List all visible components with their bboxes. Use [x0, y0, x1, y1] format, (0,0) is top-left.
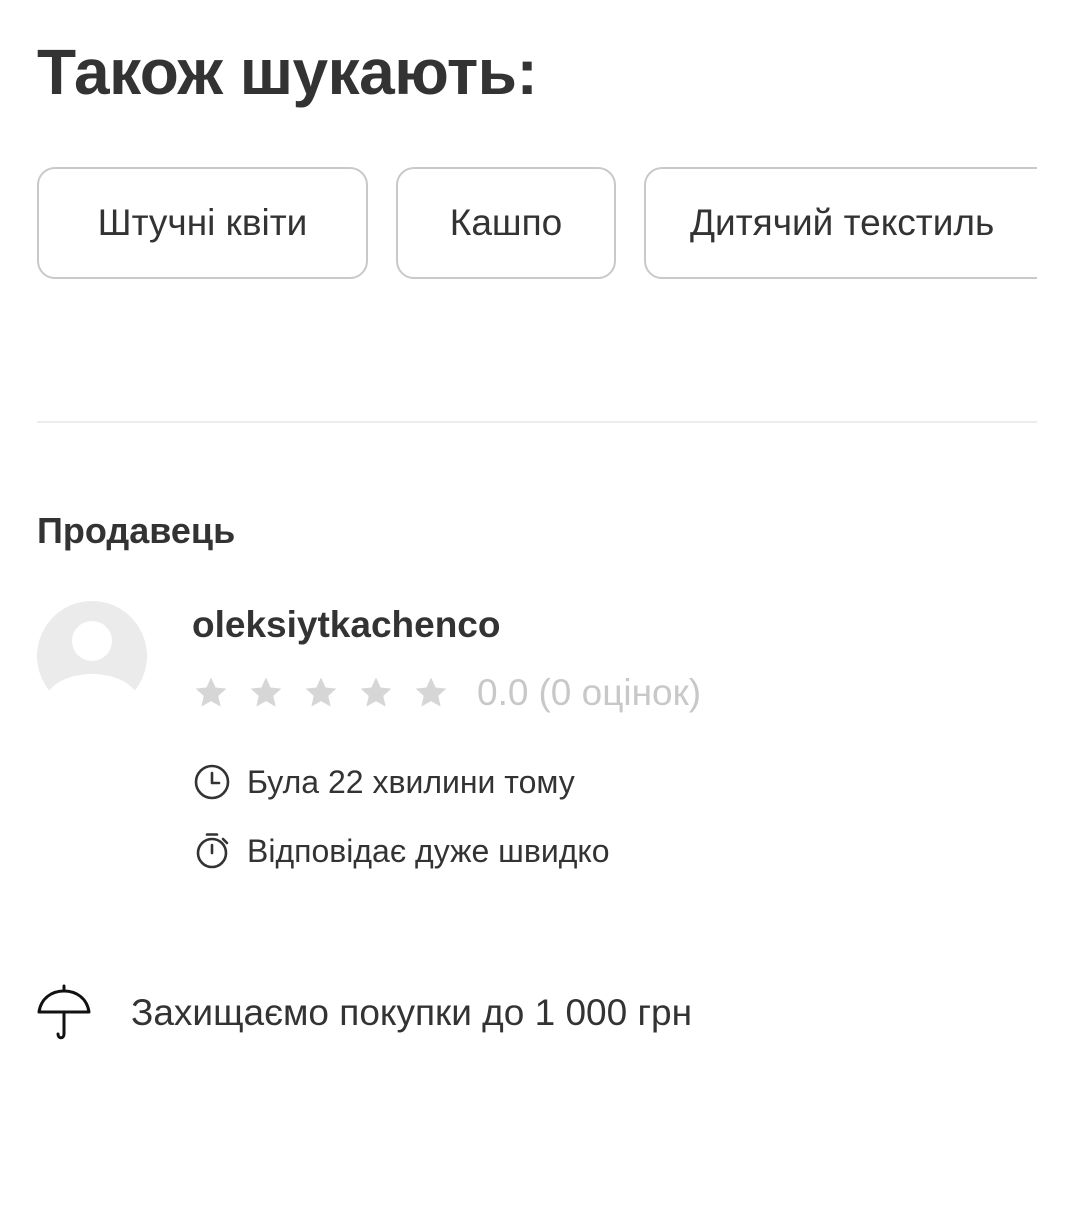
star-icon	[415, 677, 447, 707]
rating-count: (0 оцінок)	[538, 672, 702, 713]
buyer-protection-text: Захищаємо покупки до 1 000 грн	[131, 992, 692, 1033]
chip-kids-textile[interactable]: Дитячий текстиль	[644, 167, 1037, 279]
last-seen-row: Була 22 хвилини тому	[192, 760, 575, 804]
also-searched-chips: Штучні квіти Кашпо Дитячий текстиль	[0, 167, 1037, 283]
clock-icon	[194, 764, 230, 800]
also-searched-title: Також шукають:	[37, 36, 538, 108]
seller-name[interactable]: oleksiytkachenco	[192, 603, 500, 647]
chip-artificial-flowers[interactable]: Штучні квіти	[37, 167, 368, 279]
rating-value: 0.0	[477, 672, 529, 713]
seller-heading: Продавець	[37, 510, 236, 551]
last-seen-text: Була 22 хвилини тому	[247, 763, 575, 800]
section-divider	[37, 421, 1037, 423]
star-icon	[250, 677, 282, 707]
stopwatch-icon	[196, 833, 229, 869]
star-icon	[195, 677, 227, 707]
umbrella-icon	[37, 984, 91, 1040]
rating-stars	[192, 674, 450, 712]
star-icon	[305, 677, 337, 707]
response-row: Відповідає дуже швидко	[192, 829, 610, 873]
user-avatar-placeholder-icon[interactable]	[37, 601, 147, 711]
chip-planters[interactable]: Кашпо	[396, 167, 616, 279]
rating-summary[interactable]: 0.0 (0 оцінок)	[477, 672, 701, 714]
seller-rating: 0.0 (0 оцінок)	[192, 668, 701, 718]
buyer-protection[interactable]: Захищаємо покупки до 1 000 грн	[37, 983, 692, 1043]
response-text: Відповідає дуже швидко	[247, 832, 610, 869]
star-icon	[360, 677, 392, 707]
